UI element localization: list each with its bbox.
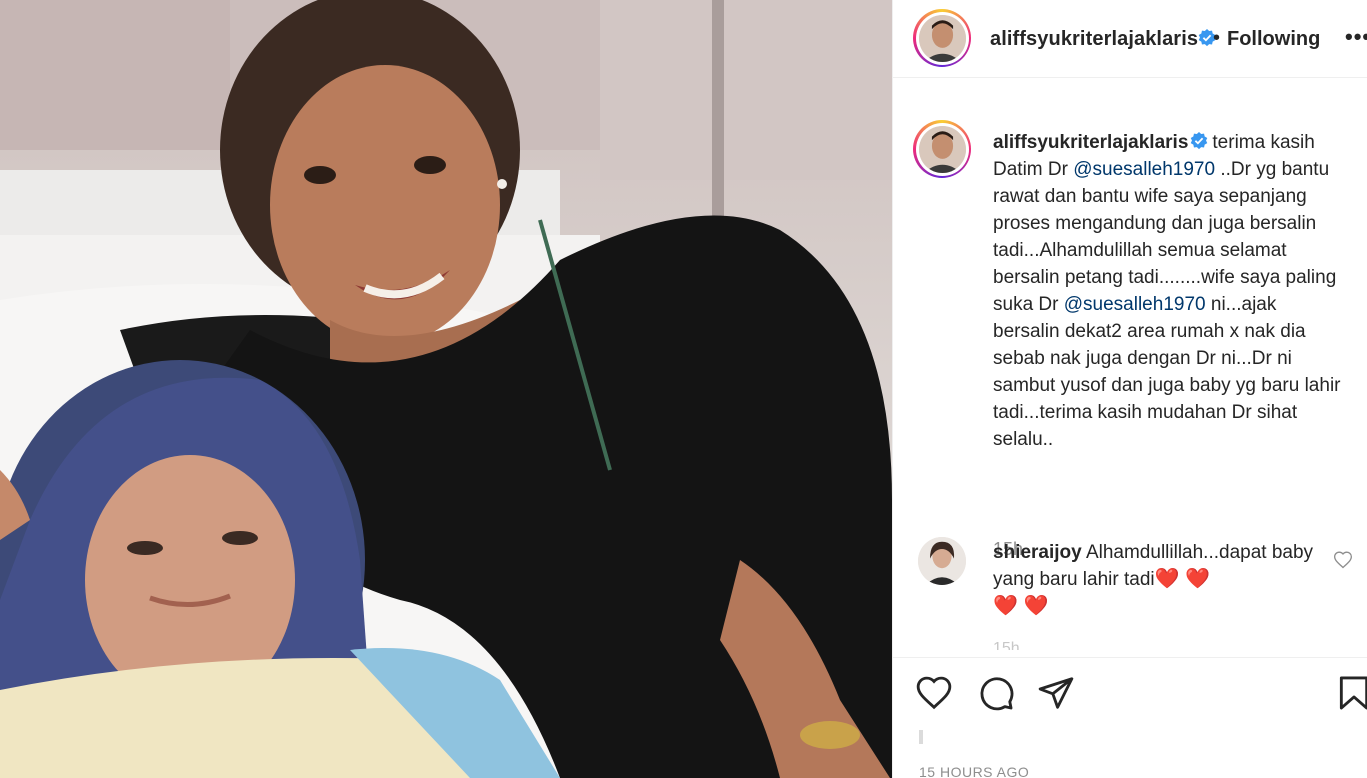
comment-hearts: ❤️ ❤️ xyxy=(1154,568,1210,590)
post-side-panel: aliffsyukriterlajaklaris • Following ••• xyxy=(892,0,1367,778)
action-bar: 15 HOURS AGO xyxy=(893,657,1367,778)
post-photo[interactable] xyxy=(0,0,892,778)
caption-text: aliffsyukriterlajaklaris terima kasih Dat… xyxy=(993,129,1343,453)
commenter-username[interactable]: shieraijoy xyxy=(993,542,1082,563)
avatar-portrait-icon xyxy=(918,537,966,585)
caption-mention[interactable]: @suesalleh1970 xyxy=(1064,294,1206,315)
commenter-avatar[interactable] xyxy=(918,537,966,585)
share-plane-icon[interactable] xyxy=(1037,674,1075,712)
comment-bubble-icon[interactable] xyxy=(977,674,1015,712)
header-separator: • xyxy=(1213,27,1221,49)
avatar-portrait-icon xyxy=(918,14,966,62)
caption-text-part: ni...ajak bersalin dekat2 area rumah x n… xyxy=(993,294,1341,450)
comment-hearts: ❤️ ❤️ xyxy=(993,595,1049,617)
post-photo-illustration xyxy=(0,0,892,778)
caption-author-avatar[interactable] xyxy=(913,120,971,178)
verified-badge-icon xyxy=(1191,132,1208,150)
posted-timestamp[interactable]: 15 HOURS AGO xyxy=(919,764,1029,778)
likes-count-peek xyxy=(919,730,923,744)
post-header: aliffsyukriterlajaklaris • Following ••• xyxy=(893,0,1367,78)
caption-mention[interactable]: @suesalleh1970 xyxy=(1073,159,1215,180)
comment-like-heart-icon[interactable] xyxy=(1333,550,1353,570)
like-heart-icon[interactable] xyxy=(915,674,953,712)
avatar-portrait-icon xyxy=(918,125,966,173)
comment-text: shieraijoy Alhamdullillah...dapat baby y… xyxy=(993,539,1323,620)
caption-text-part: ..Dr yg bantu rawat dan bantu wife saya … xyxy=(993,159,1337,315)
author-username[interactable]: aliffsyukriterlajaklaris xyxy=(990,28,1198,51)
comments-area[interactable]: aliffsyukriterlajaklaris terima kasih Dat… xyxy=(893,79,1367,657)
more-options-icon[interactable]: ••• xyxy=(1345,24,1367,50)
caption-username[interactable]: aliffsyukriterlajaklaris xyxy=(993,132,1188,153)
save-bookmark-icon[interactable] xyxy=(1335,674,1367,712)
comment-timestamp: 15h xyxy=(993,640,1020,650)
author-avatar[interactable] xyxy=(913,9,971,67)
following-button[interactable]: Following xyxy=(1227,28,1320,51)
